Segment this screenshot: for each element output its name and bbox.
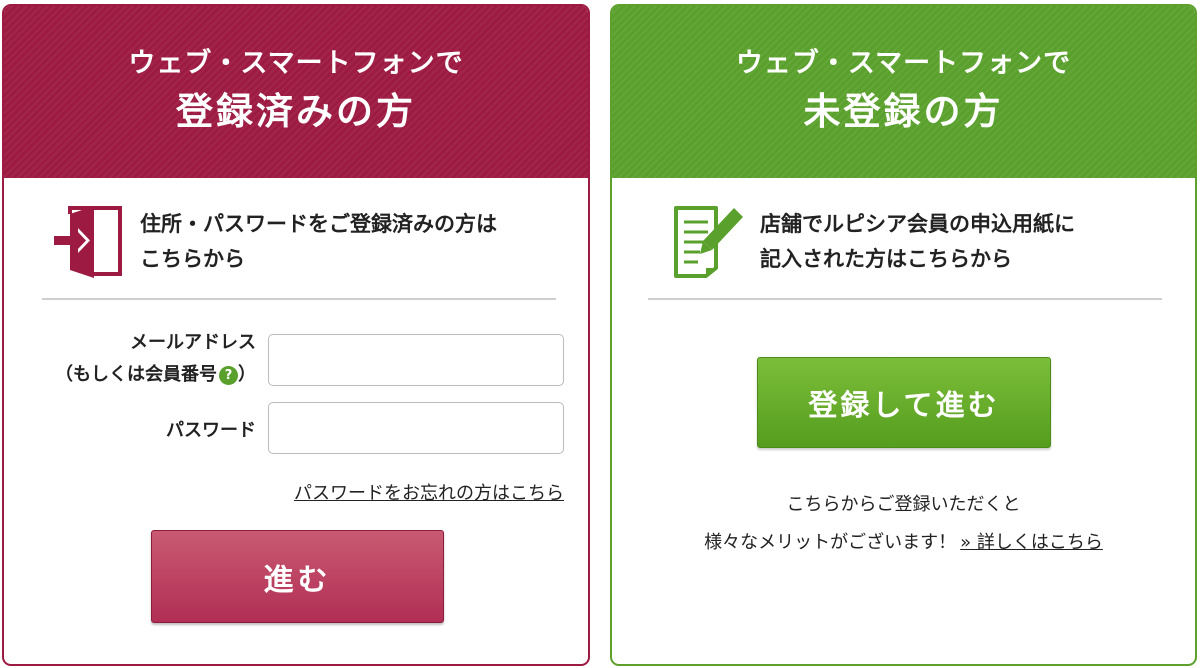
- password-label: パスワード: [166, 420, 256, 441]
- registered-panel-header: ウェブ・スマートフォンで 登録済みの方: [4, 6, 588, 178]
- unregistered-intro-line1: 店舗でルピシア会員の申込用紙に: [760, 212, 1075, 236]
- registered-header-title: 登録済みの方: [176, 90, 416, 133]
- unregistered-panel: ウェブ・スマートフォンで 未登録の方 店舗でルピシア会員の申込用紙に 記入された…: [610, 4, 1197, 666]
- form-pencil-icon: [674, 206, 743, 278]
- proceed-button[interactable]: 進む: [151, 530, 444, 623]
- registered-divider: [42, 298, 556, 300]
- registered-header-subtitle: ウェブ・スマートフォンで: [128, 48, 464, 79]
- email-label-member-number: （もしくは会員番号: [55, 364, 217, 385]
- merit-line1: こちらからご登録いただくと: [786, 494, 1021, 515]
- unregistered-intro: 店舗でルピシア会員の申込用紙に 記入された方はこちらから: [674, 206, 1075, 278]
- password-input[interactable]: [268, 402, 564, 454]
- email-label-line2: （もしくは会員番号?）: [34, 359, 256, 391]
- unregistered-intro-line2: 記入された方はこちらから: [760, 247, 1012, 271]
- merit-line2: 様々なメリットがございます！» 詳しくはこちら: [612, 524, 1195, 562]
- registered-intro: 住所・パスワードをご登録済みの方は こちらから: [54, 206, 497, 278]
- unregistered-intro-text: 店舗でルピシア会員の申込用紙に 記入された方はこちらから: [760, 207, 1075, 277]
- unregistered-divider: [648, 298, 1162, 300]
- help-question-icon[interactable]: ?: [219, 366, 238, 385]
- unregistered-header-subtitle: ウェブ・スマートフォンで: [735, 48, 1072, 79]
- unregistered-header-title: 未登録の方: [803, 90, 1004, 133]
- email-input[interactable]: [268, 334, 564, 386]
- door-enter-icon: [54, 206, 122, 278]
- email-label-line1: メールアドレス: [130, 332, 256, 353]
- registered-intro-line1: 住所・パスワードをご登録済みの方は: [140, 212, 497, 236]
- details-link[interactable]: » 詳しくはこちら: [960, 532, 1103, 553]
- registered-intro-line2: こちらから: [140, 247, 245, 271]
- merit-text: こちらからご登録いただくと 様々なメリットがございます！» 詳しくはこちら: [612, 486, 1195, 562]
- registered-intro-text: 住所・パスワードをご登録済みの方は こちらから: [140, 207, 497, 277]
- merit-line2-text: 様々なメリットがございます！: [704, 532, 957, 553]
- email-label: メールアドレス （もしくは会員番号?）: [34, 327, 256, 391]
- register-button[interactable]: 登録して進む: [757, 357, 1051, 448]
- forgot-password-link[interactable]: パスワードをお忘れの方はこちら: [294, 479, 564, 505]
- email-label-close-paren: ）: [238, 364, 256, 385]
- unregistered-panel-header: ウェブ・スマートフォンで 未登録の方: [612, 6, 1195, 178]
- registered-login-panel: ウェブ・スマートフォンで 登録済みの方 住所・パスワードをご登録済みの方は こち…: [2, 4, 590, 666]
